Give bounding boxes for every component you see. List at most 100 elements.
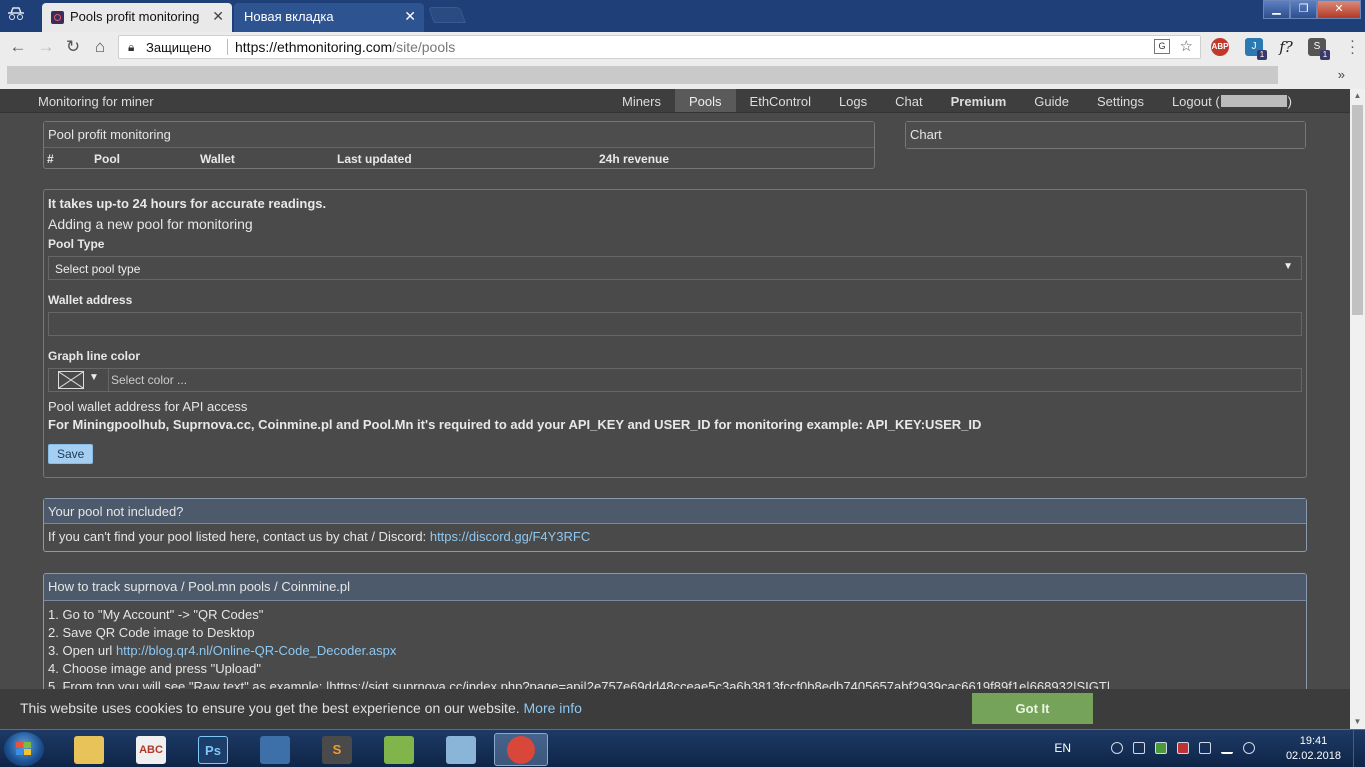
- scroll-up-icon[interactable]: ▲: [1350, 89, 1365, 103]
- bookmarks-overflow-icon[interactable]: »: [1338, 67, 1345, 82]
- translate-icon[interactable]: G: [1154, 39, 1170, 54]
- color-label: Graph line color: [48, 349, 141, 363]
- extension-f-icon[interactable]: f?: [1277, 38, 1295, 56]
- system-clock[interactable]: 19:41 02.02.2018: [1286, 734, 1341, 764]
- howto-steps: 1. Go to "My Account" -> "QR Codes" 2. S…: [44, 601, 1306, 696]
- col-pool[interactable]: Pool: [94, 152, 200, 166]
- pool-table-header: # Pool Wallet Last updated 24h revenue: [44, 148, 874, 166]
- bookmark-star-icon[interactable]: ☆: [1180, 37, 1193, 55]
- color-picker: ▼ Select color ...: [48, 368, 1302, 392]
- contact-text: If you can't find your pool listed here,…: [48, 529, 591, 544]
- tab-title: Новая вкладка: [244, 9, 334, 24]
- sublime-glyph-icon: S: [322, 735, 352, 764]
- discord-link[interactable]: https://discord.gg/F4Y3RFC: [430, 529, 590, 544]
- adblock-icon[interactable]: ABP: [1211, 38, 1229, 56]
- nav-pools[interactable]: Pools: [675, 89, 736, 112]
- username-redacted: [1220, 95, 1287, 107]
- cookie-more-info-link[interactable]: More info: [524, 700, 582, 716]
- back-icon[interactable]: ←: [8, 37, 28, 57]
- extension-badge: 1: [1257, 50, 1267, 60]
- cookie-banner: This website uses cookies to ensure you …: [0, 689, 1350, 729]
- col-24h-revenue[interactable]: 24h revenue: [599, 152, 669, 166]
- nav-miners[interactable]: Miners: [608, 89, 675, 112]
- url-host: https://ethmonitoring.com: [235, 39, 393, 55]
- browser-menu-icon[interactable]: · · ·: [1350, 33, 1355, 60]
- language-indicator[interactable]: EN: [1054, 741, 1071, 755]
- scroll-thumb[interactable]: [1352, 105, 1363, 315]
- nav-guide[interactable]: Guide: [1020, 89, 1083, 112]
- home-icon[interactable]: ⌂: [90, 37, 110, 57]
- photoshop-app-icon[interactable]: Ps: [186, 733, 240, 766]
- url-text[interactable]: https://ethmonitoring.com/site/pools: [235, 39, 455, 55]
- update-icon[interactable]: [1155, 742, 1167, 754]
- clock-date: 02.02.2018: [1285, 750, 1341, 762]
- device-icon[interactable]: [1199, 742, 1211, 754]
- lock-icon: 🔒︎: [128, 40, 135, 54]
- notepad-app-icon[interactable]: [372, 733, 426, 766]
- forward-icon[interactable]: →: [36, 37, 56, 57]
- nav-logout[interactable]: Logout (): [1158, 89, 1306, 112]
- cookie-accept-button[interactable]: Got It: [972, 693, 1093, 724]
- col-wallet[interactable]: Wallet: [200, 152, 337, 166]
- wallet-label: Wallet address: [48, 293, 133, 307]
- tab-new[interactable]: Новая вкладка ✕: [234, 3, 424, 32]
- nav-premium[interactable]: Premium: [937, 89, 1021, 112]
- reload-icon[interactable]: ↻: [63, 37, 83, 57]
- show-desktop-button[interactable]: [1353, 730, 1365, 767]
- extension-j-icon[interactable]: J1: [1245, 38, 1267, 60]
- pool-not-included-panel: Your pool not included? If you can't fin…: [43, 498, 1307, 552]
- qr-decoder-link[interactable]: http://blog.qr4.nl/Online-QR-Code_Decode…: [116, 643, 396, 658]
- close-tab-icon[interactable]: ✕: [212, 8, 224, 25]
- shield-icon[interactable]: [1111, 742, 1123, 754]
- python-glyph-icon: [260, 735, 290, 764]
- step-4: 4. Choose image and press "Upload": [48, 661, 262, 676]
- page-scrollbar[interactable]: ▲ ▼: [1350, 89, 1365, 729]
- col-index[interactable]: #: [47, 152, 94, 166]
- pool-type-label: Pool Type: [48, 237, 105, 251]
- sublime-app-icon[interactable]: S: [310, 733, 364, 766]
- secure-label: Защищено: [146, 40, 212, 55]
- new-tab-button[interactable]: [428, 7, 466, 23]
- scroll-down-icon[interactable]: ▼: [1350, 715, 1365, 729]
- explorer-glyph-icon: [74, 735, 104, 764]
- extension-badge: 1: [1320, 50, 1330, 60]
- empty-color-swatch-icon: [58, 371, 84, 389]
- signal-icon[interactable]: [1221, 742, 1233, 754]
- tray-app-icon[interactable]: [1133, 742, 1145, 754]
- bookmarks-redacted: [7, 66, 1278, 84]
- volume-icon[interactable]: [1243, 742, 1255, 754]
- address-bar[interactable]: 🔒︎ Защищено https://ethmonitoring.com/si…: [118, 35, 1201, 59]
- windows-taskbar: ABC Ps S EN 19:41 02.02.2018: [0, 729, 1365, 767]
- col-last-updated[interactable]: Last updated: [337, 152, 599, 166]
- close-tab-icon[interactable]: ✕: [404, 8, 416, 25]
- window-close-button[interactable]: ✕: [1317, 0, 1361, 19]
- add-pool-panel: It takes up-to 24 hours for accurate rea…: [43, 189, 1307, 478]
- nav-settings[interactable]: Settings: [1083, 89, 1158, 112]
- site-brand[interactable]: Monitoring for miner: [38, 94, 154, 109]
- nav-logs[interactable]: Logs: [825, 89, 881, 112]
- nav-chat[interactable]: Chat: [881, 89, 936, 112]
- wallet-address-input[interactable]: [48, 312, 1302, 336]
- tab-pools-profit[interactable]: Pools profit monitoring ✕: [42, 3, 232, 32]
- paper-app-icon[interactable]: [434, 733, 488, 766]
- nav-ethcontrol[interactable]: EthControl: [736, 89, 825, 112]
- chrome-app-icon[interactable]: [494, 733, 548, 766]
- minimize-button[interactable]: ▁: [1263, 0, 1290, 19]
- dropdown-caret-icon: ▼: [89, 372, 99, 383]
- color-input[interactable]: Select color ...: [109, 369, 1301, 391]
- restore-button[interactable]: ❐: [1290, 0, 1317, 19]
- abc-net-app-icon[interactable]: ABC: [124, 733, 178, 766]
- browser-tabstrip: Pools profit monitoring ✕ Новая вкладка …: [0, 0, 1365, 32]
- windows-logo-icon: [16, 742, 32, 756]
- save-button[interactable]: Save: [48, 444, 94, 464]
- panel-title: Pool profit monitoring: [44, 122, 874, 148]
- start-button[interactable]: [4, 732, 44, 766]
- explorer-app-icon[interactable]: [62, 733, 116, 766]
- network-error-icon[interactable]: [1177, 742, 1189, 754]
- step-3: 3. Open url http://blog.qr4.nl/Online-QR…: [48, 643, 397, 658]
- color-picker-button[interactable]: ▼: [49, 369, 109, 391]
- python-app-icon[interactable]: [248, 733, 302, 766]
- profile-icon[interactable]: [6, 7, 28, 23]
- extension-s-icon[interactable]: S1: [1308, 38, 1330, 60]
- pool-type-select[interactable]: Select pool type ▼: [48, 256, 1302, 280]
